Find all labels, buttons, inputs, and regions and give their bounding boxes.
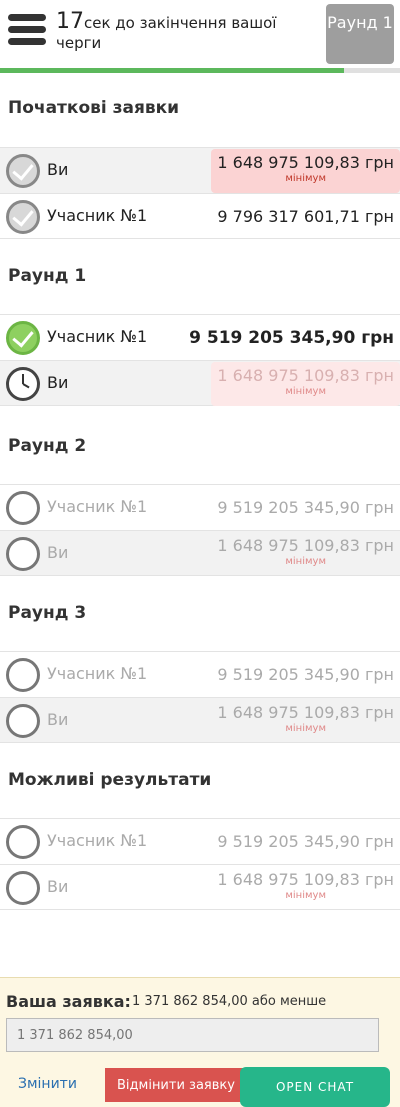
- empty-circle-icon: [6, 704, 40, 738]
- section-title-round-3: Раунд 3: [8, 603, 87, 623]
- table-row: Учасник №1 9 796 317 601,71 грн: [0, 193, 400, 239]
- table-row: Ви 1 648 975 109,83 грн мінімум: [0, 697, 400, 743]
- check-icon: [6, 154, 40, 188]
- bid-value: 1 371 862 854,00 або менше: [132, 994, 327, 1009]
- section-title-initial: Початкові заявки: [8, 98, 180, 118]
- cancel-bid-button[interactable]: Відмінити заявку: [105, 1068, 245, 1102]
- participant-name: Учасник №1: [47, 664, 148, 683]
- participant-name: Ви: [47, 160, 69, 179]
- table-row: Ви 1 648 975 109,83 грн мінімум: [0, 530, 400, 576]
- participant-name: Учасник №1: [47, 206, 148, 225]
- participant-name: Ви: [47, 710, 69, 729]
- open-chat-button[interactable]: OPEN CHAT: [240, 1067, 390, 1107]
- countdown-text: сек до закінчення вашої черги: [56, 14, 277, 52]
- amount: 9 519 205 345,90 грн: [217, 832, 394, 851]
- participant-name: Ви: [47, 373, 69, 392]
- participant-name: Учасник №1: [47, 497, 148, 516]
- table-row: Ви 1 648 975 109,83 грн мінімум: [0, 864, 400, 910]
- countdown: 17сек до закінчення вашої черги: [56, 9, 318, 53]
- section-title-round-1: Раунд 1: [8, 266, 87, 286]
- amount-box: 1 648 975 109,83 грн мінімум: [211, 362, 400, 406]
- bid-input[interactable]: [6, 1018, 379, 1052]
- amount: 1 648 975 109,83 грн: [217, 366, 394, 385]
- table-row: Учасник №1 9 519 205 345,90 грн: [0, 818, 400, 864]
- amount: 9 519 205 345,90 грн: [217, 498, 394, 517]
- amount-box: 1 648 975 109,83 грн мінімум: [211, 532, 400, 576]
- amount-box: 1 648 975 109,83 грн мінімум: [211, 699, 400, 743]
- check-icon: [6, 200, 40, 234]
- amount: 9 519 205 345,90 грн: [189, 328, 394, 348]
- round-badge: Раунд 1: [326, 4, 394, 64]
- minimum-label: мінімум: [285, 556, 327, 567]
- amount: 1 648 975 109,83 грн: [217, 153, 394, 172]
- table-row: Ви 1 648 975 109,83 грн мінімум: [0, 360, 400, 406]
- table-row: Учасник №1 9 519 205 345,90 грн: [0, 651, 400, 697]
- amount: 1 648 975 109,83 грн: [217, 870, 394, 889]
- empty-circle-icon: [6, 658, 40, 692]
- menu-icon[interactable]: [8, 14, 46, 50]
- table-row: Учасник №1 9 519 205 345,90 грн: [0, 484, 400, 530]
- empty-circle-icon: [6, 537, 40, 571]
- amount: 1 648 975 109,83 грн: [217, 703, 394, 722]
- countdown-number: 17: [56, 9, 84, 34]
- minimum-label: мінімум: [285, 890, 327, 901]
- participant-name: Учасник №1: [47, 327, 148, 346]
- minimum-label: мінімум: [285, 173, 327, 184]
- check-icon: [6, 321, 40, 355]
- table-row: Ви 1 648 975 109,83 грн мінімум: [0, 147, 400, 193]
- clock-icon: [6, 367, 40, 401]
- table-row: Учасник №1 9 519 205 345,90 грн: [0, 314, 400, 360]
- empty-circle-icon: [6, 825, 40, 859]
- amount-box: 1 648 975 109,83 грн мінімум: [211, 866, 400, 910]
- bid-label: Ваша заявка:: [6, 992, 131, 1011]
- empty-circle-icon: [6, 491, 40, 525]
- section-title-round-2: Раунд 2: [8, 436, 87, 456]
- amount: 9 796 317 601,71 грн: [217, 207, 394, 226]
- progress-bar: [0, 68, 400, 73]
- amount: 9 519 205 345,90 грн: [217, 665, 394, 684]
- minimum-label: мінімум: [285, 723, 327, 734]
- participant-name: Ви: [47, 877, 69, 896]
- participant-name: Ви: [47, 543, 69, 562]
- edit-button[interactable]: Змінити: [18, 1076, 77, 1092]
- minimum-label: мінімум: [285, 386, 327, 397]
- section-title-results: Можливі результати: [8, 770, 212, 790]
- participant-name: Учасник №1: [47, 831, 148, 850]
- amount: 1 648 975 109,83 грн: [217, 536, 394, 555]
- amount-box: 1 648 975 109,83 грн мінімум: [211, 149, 400, 193]
- progress-fill: [0, 68, 344, 73]
- empty-circle-icon: [6, 871, 40, 905]
- bid-panel: Ваша заявка: 1 371 862 854,00 або менше …: [0, 977, 400, 1107]
- header: 17сек до закінчення вашої черги Раунд 1: [0, 0, 400, 68]
